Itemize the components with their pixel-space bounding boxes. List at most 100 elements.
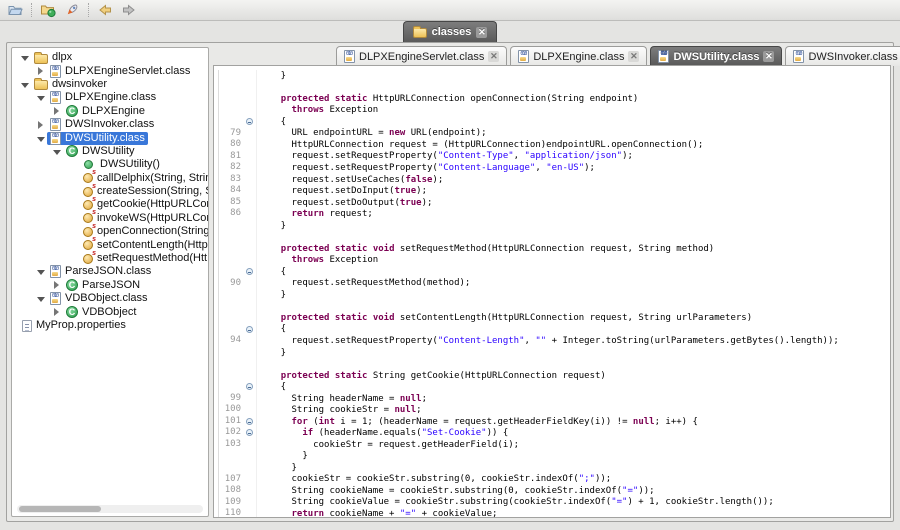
tree-item-dlpxengine[interactable]: DLPXEngine: [12, 105, 208, 118]
code-line[interactable]: 79 URL endpointURL = new URL(endpoint);: [214, 128, 890, 140]
close-icon[interactable]: ✕: [476, 27, 487, 38]
code-line[interactable]: 85 request.setDoOutput(true);: [214, 197, 890, 209]
fold-column[interactable]: [244, 485, 257, 497]
fold-collapse-icon[interactable]: [246, 383, 253, 390]
tree-item-invokews-httpurlconn[interactable]: invokeWS(HttpURLConn: [12, 212, 208, 225]
code-line[interactable]: protected static HttpURLConnection openC…: [214, 93, 890, 105]
rocket-button[interactable]: [62, 1, 82, 19]
tree-item-parsejson-class[interactable]: ParseJSON.class: [12, 265, 208, 278]
code-line[interactable]: [214, 358, 890, 370]
code-line[interactable]: {: [214, 266, 890, 278]
code-line[interactable]: protected static void setRequestMethod(H…: [214, 243, 890, 255]
fold-column[interactable]: [244, 289, 257, 301]
tree-item-dwsutility[interactable]: DWSUtility: [12, 145, 208, 158]
code-line[interactable]: [214, 301, 890, 313]
tree-item-dwsutility-class[interactable]: DWSUtility.class: [12, 131, 208, 144]
collapse-arrow-icon[interactable]: [34, 295, 47, 302]
close-icon[interactable]: ✕: [488, 51, 499, 62]
tree-item-openconnection-string[interactable]: openConnection(String: [12, 225, 208, 238]
code-line[interactable]: {: [214, 116, 890, 128]
tree-item-createsession-string-st[interactable]: createSession(String, St: [12, 185, 208, 198]
code-line[interactable]: 82 request.setRequestProperty("Content-L…: [214, 162, 890, 174]
tree-item-calldelphix-string-strin[interactable]: callDelphix(String, Strin: [12, 172, 208, 185]
open-folder-button[interactable]: [5, 1, 25, 19]
tree-item-setcontentlength-http[interactable]: setContentLength(Http: [12, 238, 208, 251]
code-line[interactable]: 90 request.setRequestMethod(method);: [214, 278, 890, 290]
fold-column[interactable]: [244, 347, 257, 359]
fold-collapse-icon[interactable]: [246, 429, 253, 436]
code-line[interactable]: }: [214, 220, 890, 232]
fold-column[interactable]: [244, 451, 257, 463]
close-icon[interactable]: ✕: [763, 51, 774, 62]
fold-column[interactable]: [244, 255, 257, 267]
collapse-arrow-icon[interactable]: [18, 54, 31, 61]
fold-column[interactable]: [244, 197, 257, 209]
fold-column[interactable]: [244, 243, 257, 255]
close-icon[interactable]: ✕: [628, 51, 639, 62]
code-line[interactable]: 80 HttpURLConnection request = (HttpURLC…: [214, 139, 890, 151]
fold-column[interactable]: [244, 508, 257, 518]
code-line[interactable]: throws Exception: [214, 105, 890, 117]
fold-column[interactable]: [244, 358, 257, 370]
code-line[interactable]: 110 return cookieName + "=" + cookieValu…: [214, 508, 890, 518]
tree-horizontal-scrollbar[interactable]: [17, 505, 203, 513]
code-line[interactable]: {: [214, 381, 890, 393]
code-line[interactable]: }: [214, 462, 890, 474]
editor-tab-dwsinvoker-class[interactable]: DWSInvoker.class ✕: [785, 46, 900, 66]
code-line[interactable]: 102 if (headerName.equals("Set-Cookie"))…: [214, 427, 890, 439]
code-line[interactable]: 103 cookieStr = request.getHeaderField(i…: [214, 439, 890, 451]
code-line[interactable]: protected static String getCookie(HttpUR…: [214, 370, 890, 382]
fold-column[interactable]: [244, 105, 257, 117]
tree-item-dlpxengineservlet-class[interactable]: DLPXEngineServlet.class: [12, 64, 208, 77]
tree-item-vdbobject[interactable]: VDBObject: [12, 305, 208, 318]
collapse-arrow-icon[interactable]: [50, 148, 63, 155]
code-line[interactable]: 107 cookieStr = cookieStr.substring(0, c…: [214, 474, 890, 486]
code-line[interactable]: }: [214, 451, 890, 463]
fold-column[interactable]: [244, 439, 257, 451]
tree-item-dlpxengine-class[interactable]: DLPXEngine.class: [12, 91, 208, 104]
view-tab-classes[interactable]: classes ✕: [403, 21, 498, 42]
tree-item-parsejson[interactable]: ParseJSON: [12, 279, 208, 292]
fold-column[interactable]: [244, 70, 257, 82]
fold-column[interactable]: [244, 82, 257, 94]
code-line[interactable]: 108 String cookieName = cookieStr.substr…: [214, 485, 890, 497]
code-line[interactable]: protected static void setContentLength(H…: [214, 312, 890, 324]
code-line[interactable]: 83 request.setUseCaches(false);: [214, 174, 890, 186]
fold-collapse-icon[interactable]: [246, 268, 253, 275]
fold-column[interactable]: [244, 312, 257, 324]
fold-column[interactable]: [244, 381, 257, 393]
fold-column[interactable]: [244, 335, 257, 347]
fold-column[interactable]: [244, 474, 257, 486]
code-line[interactable]: 100 String cookieStr = null;: [214, 404, 890, 416]
editor-tab-dlpxengineservlet-class[interactable]: DLPXEngineServlet.class ✕: [336, 46, 507, 66]
fold-column[interactable]: [244, 231, 257, 243]
expand-arrow-icon[interactable]: [50, 281, 63, 289]
tree-item-dwsinvoker[interactable]: dwsinvoker: [12, 78, 208, 91]
open-type-button[interactable]: [38, 1, 58, 19]
fold-column[interactable]: [244, 128, 257, 140]
fold-column[interactable]: [244, 278, 257, 290]
fold-column[interactable]: [244, 393, 257, 405]
code-line[interactable]: }: [214, 289, 890, 301]
back-button[interactable]: [95, 1, 115, 19]
fold-column[interactable]: [244, 139, 257, 151]
fold-column[interactable]: [244, 266, 257, 278]
fold-column[interactable]: [244, 416, 257, 428]
scrollbar-thumb[interactable]: [19, 506, 101, 512]
fold-collapse-icon[interactable]: [246, 326, 253, 333]
fold-column[interactable]: [244, 208, 257, 220]
code-line[interactable]: }: [214, 347, 890, 359]
code-editor[interactable]: } protected static HttpURLConnection ope…: [213, 65, 891, 518]
fold-column[interactable]: [244, 427, 257, 439]
editor-tab-dlpxengine-class[interactable]: DLPXEngine.class ✕: [510, 46, 647, 66]
code-line[interactable]: throws Exception: [214, 255, 890, 267]
fold-column[interactable]: [244, 301, 257, 313]
fold-column[interactable]: [244, 370, 257, 382]
collapse-arrow-icon[interactable]: [34, 268, 47, 275]
fold-column[interactable]: [244, 462, 257, 474]
code-line[interactable]: [214, 82, 890, 94]
forward-button[interactable]: [119, 1, 139, 19]
code-line[interactable]: 109 String cookieValue = cookieStr.subst…: [214, 497, 890, 509]
fold-column[interactable]: [244, 116, 257, 128]
expand-arrow-icon[interactable]: [34, 121, 47, 129]
